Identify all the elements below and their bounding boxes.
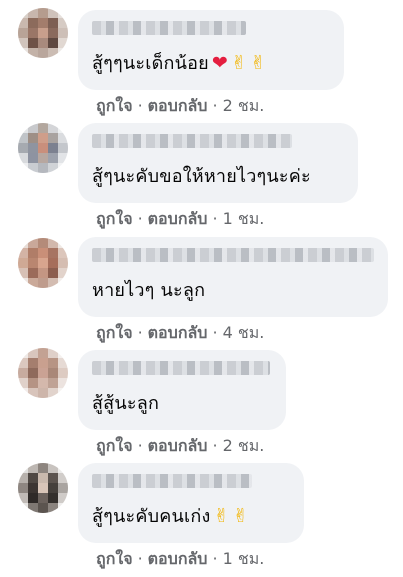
separator-dot: · [212,96,218,115]
comment-timestamp[interactable]: 1 ชม. [223,549,265,568]
comment-timestamp[interactable]: 1 ชม. [223,209,265,228]
commenter-name-blurred[interactable] [92,248,374,262]
comment-timestamp[interactable]: 2 ชม. [223,96,265,115]
victory-hand-emoji: ✌ [213,505,230,527]
separator-dot: · [137,436,143,455]
commenter-name-blurred[interactable] [92,21,246,35]
comment-bubble: สู้สู้นะลูก [78,350,286,430]
comment-bubble: สู้ๆๆนะเด็กน้อย ❤ ✌ ✌ [78,10,344,90]
heart-emoji: ❤ [211,52,229,74]
comment-actions: ถูกใจ · ตอบกลับ · 2 ชม. [96,94,264,119]
commenter-name-blurred[interactable] [92,134,292,148]
like-button[interactable]: ถูกใจ [96,209,133,228]
comment-timestamp[interactable]: 2 ชม. [223,436,265,455]
victory-hand-emoji: ✌ [232,505,249,527]
comment-actions: ถูกใจ · ตอบกลับ · 1 ชม. [96,547,264,572]
like-button[interactable]: ถูกใจ [96,436,133,455]
comment-actions: ถูกใจ · ตอบกลับ · 2 ชม. [96,434,264,459]
comment-actions: ถูกใจ · ตอบกลับ · 4 ชม. [96,321,264,346]
separator-dot: · [212,209,218,228]
reply-button[interactable]: ตอบกลับ [148,323,208,342]
avatar[interactable] [18,8,68,58]
separator-dot: · [212,549,218,568]
victory-hand-emoji: ✌ [231,52,248,74]
commenter-name-blurred[interactable] [92,361,270,375]
comment-bubble: สู้ๆนะคับขอให้หายไวๆนะค่ะ [78,123,358,203]
separator-dot: · [137,96,143,115]
victory-hand-emoji: ✌ [250,52,267,74]
comment-text: สู้สู้นะลูก [92,393,160,414]
like-button[interactable]: ถูกใจ [96,323,133,342]
commenter-name-blurred[interactable] [92,474,252,488]
comment-text: สู้ๆๆนะเด็กน้อย ❤ ✌ ✌ [92,52,267,74]
comment-text: สู้ๆนะคับขอให้หายไวๆนะค่ะ [92,166,311,187]
separator-dot: · [137,549,143,568]
comment-text: หายไวๆ นะลูก [92,280,206,301]
reply-button[interactable]: ตอบกลับ [148,209,208,228]
comment-timestamp[interactable]: 4 ชม. [223,323,265,342]
avatar[interactable] [18,123,68,173]
avatar[interactable] [18,348,68,398]
reply-button[interactable]: ตอบกลับ [148,436,208,455]
like-button[interactable]: ถูกใจ [96,96,133,115]
comment-bubble: หายไวๆ นะลูก [78,237,388,317]
avatar[interactable] [18,463,68,513]
reply-button[interactable]: ตอบกลับ [148,96,208,115]
reply-button[interactable]: ตอบกลับ [148,549,208,568]
comment-bubble: สู้ๆนะคับคนเก่ง ✌ ✌ [78,463,304,543]
separator-dot: · [137,323,143,342]
like-button[interactable]: ถูกใจ [96,549,133,568]
comment-text: สู้ๆนะคับคนเก่ง ✌ ✌ [92,505,249,527]
separator-dot: · [212,323,218,342]
separator-dot: · [212,436,218,455]
comment-actions: ถูกใจ · ตอบกลับ · 1 ชม. [96,207,264,232]
avatar[interactable] [18,238,68,288]
separator-dot: · [137,209,143,228]
